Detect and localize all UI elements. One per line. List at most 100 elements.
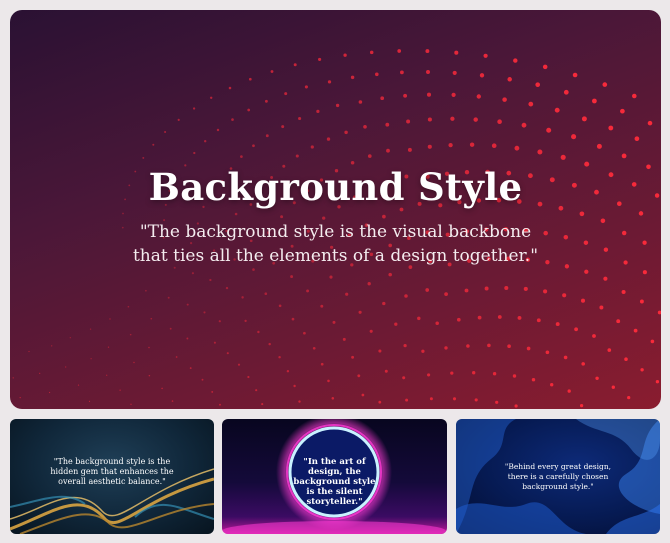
halftone-dot [218, 320, 221, 323]
halftone-dot [550, 383, 554, 387]
halftone-dot [257, 330, 260, 334]
halftone-dot [306, 289, 310, 293]
halftone-dot [312, 346, 316, 350]
halftone-dot [335, 103, 340, 108]
halftone-dot [603, 276, 608, 281]
halftone-dot [507, 77, 512, 82]
halftone-dot [402, 376, 406, 380]
halftone-dot [12, 377, 14, 379]
halftone-dot [278, 355, 281, 359]
halftone-dot [351, 355, 355, 359]
halftone-dot [380, 96, 385, 101]
halftone-dot [193, 151, 196, 155]
halftone-dot [546, 127, 552, 133]
halftone-dot [231, 118, 234, 121]
halftone-dot [537, 149, 543, 155]
halftone-dot [554, 107, 560, 113]
halftone-dot [127, 305, 130, 308]
halftone-dot [320, 304, 324, 308]
halftone-dot [241, 296, 244, 299]
halftone-dot [638, 211, 644, 216]
halftone-dot [429, 397, 433, 401]
halftone-dot [291, 317, 295, 321]
halftone-dot [657, 310, 661, 315]
halftone-dot [476, 94, 481, 99]
slide-title: Background Style [148, 165, 523, 209]
thumbnail-slide-1[interactable]: "The background style is the hidden gem … [10, 419, 214, 534]
halftone-dot [627, 395, 631, 400]
halftone-dot [252, 268, 255, 271]
thumbnail-slide-3[interactable]: "Behind every great design, there is a c… [456, 419, 660, 534]
halftone-dot [264, 292, 268, 296]
halftone-dot [209, 96, 213, 100]
thumbnail-slide-2[interactable]: "In the art of design, the background st… [222, 419, 447, 534]
halftone-dot [474, 398, 478, 402]
halftone-dot [584, 269, 589, 274]
halftone-dot [191, 272, 194, 275]
halftone-dot [426, 70, 430, 74]
halftone-dot [290, 275, 294, 279]
halftone-dot [358, 310, 362, 314]
halftone-dot [451, 92, 456, 97]
halftone-dot [284, 92, 288, 96]
halftone-dot [427, 373, 431, 377]
halftone-dot [616, 319, 621, 324]
halftone-dot [562, 293, 567, 298]
halftone-dot [513, 58, 518, 63]
halftone-dot [427, 117, 432, 122]
halftone-dot [318, 57, 322, 61]
halftone-dot [583, 240, 589, 245]
halftone-dot [189, 367, 192, 370]
halftone-dot [265, 134, 269, 138]
halftone-dot [286, 369, 290, 373]
halftone-dot [633, 328, 638, 333]
halftone-dot [421, 349, 425, 353]
halftone-dot [477, 315, 482, 320]
halftone-dot [472, 371, 476, 375]
halftone-dot [502, 97, 507, 102]
halftone-dot [278, 304, 282, 308]
halftone-dot [536, 318, 541, 323]
halftone-dot [514, 404, 518, 408]
halftone-dot [51, 345, 53, 347]
halftone-dot [216, 128, 220, 132]
halftone-dot [473, 117, 478, 122]
halftone-dot [226, 352, 229, 355]
halftone-dot [497, 315, 502, 319]
thumbnail-1-quote: "The background style is the hidden gem … [50, 457, 174, 486]
halftone-dot [343, 53, 347, 57]
halftone-dot [367, 154, 372, 158]
halftone-dot [248, 77, 252, 81]
halftone-dot [624, 357, 628, 361]
halftone-dot [161, 387, 163, 390]
halftone-dot [164, 130, 167, 134]
halftone-dot [454, 50, 459, 55]
halftone-dot [247, 108, 251, 112]
halftone-dot [405, 398, 409, 402]
halftone-dot [361, 393, 365, 397]
halftone-dot [171, 400, 174, 402]
halftone-dot [345, 292, 349, 296]
main-slide-preview[interactable]: Background Style "The background style i… [10, 10, 661, 409]
halftone-dot [426, 92, 432, 97]
halftone-dot [326, 137, 331, 141]
halftone-dot [88, 400, 91, 402]
halftone-dot [406, 119, 411, 124]
halftone-dot [129, 333, 132, 336]
halftone-dot [528, 101, 534, 107]
halftone-dot [397, 49, 402, 53]
halftone-dot [452, 70, 457, 75]
halftone-dot [535, 82, 541, 88]
halftone-dot [228, 86, 232, 90]
halftone-dot [491, 143, 497, 149]
halftone-dot [555, 322, 560, 327]
halftone-dot [514, 145, 520, 151]
halftone-dot [639, 299, 644, 304]
halftone-dot [298, 116, 302, 121]
halftone-dot [560, 154, 566, 160]
halftone-dot [469, 142, 475, 147]
halftone-dot [107, 346, 110, 348]
halftone-dot [621, 230, 627, 236]
halftone-dot [331, 397, 335, 400]
halftone-dot [303, 331, 306, 335]
